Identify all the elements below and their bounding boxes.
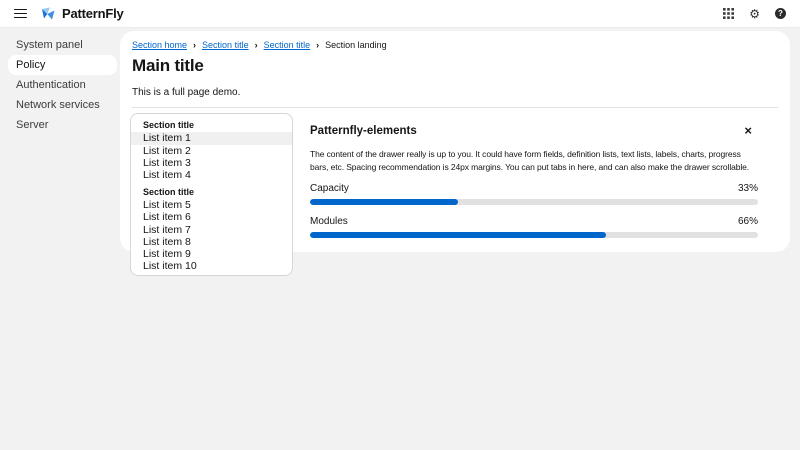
progress-track xyxy=(310,199,758,205)
breadcrumb-separator-icon: › xyxy=(255,41,258,50)
list-group-title: Section title xyxy=(131,114,292,132)
list-item[interactable]: List item 6 xyxy=(131,211,292,223)
help-icon[interactable]: ? xyxy=(775,8,786,19)
progress-modules: Modules 66% xyxy=(310,216,758,238)
progress-label: Capacity xyxy=(310,183,349,194)
progress-label: Modules xyxy=(310,216,348,227)
list-item[interactable]: List item 7 xyxy=(131,224,292,236)
page-content-card: Section home › Section title › Section title… xyxy=(120,31,790,252)
patternfly-logo-icon xyxy=(40,6,56,22)
brand-title: PatternFly xyxy=(62,6,124,21)
list-item[interactable]: List item 2 xyxy=(131,145,292,157)
list-item[interactable]: List item 1 xyxy=(131,132,292,144)
page-body: Section titleList item 1List item 2List … xyxy=(120,108,790,276)
list-item[interactable]: List item 8 xyxy=(131,236,292,248)
progress-value: 33% xyxy=(738,183,758,194)
list-group-title: Section title xyxy=(131,181,292,199)
progress-capacity: Capacity 33% xyxy=(310,183,758,205)
sidebar-item-authentication[interactable]: Authentication xyxy=(0,75,120,95)
sidebar-nav: System panelPolicyAuthenticationNetwork … xyxy=(0,28,120,450)
list-item[interactable]: List item 9 xyxy=(131,248,292,260)
progress-header: Modules 66% xyxy=(310,216,758,227)
breadcrumb: Section home › Section title › Section title… xyxy=(132,40,778,50)
apps-grid-icon[interactable] xyxy=(723,8,734,19)
breadcrumb-link[interactable]: Section home xyxy=(132,40,187,50)
progress-fill xyxy=(310,232,606,238)
list-panel: Section titleList item 1List item 2List … xyxy=(130,113,293,276)
drawer-title: Patternfly-elements xyxy=(310,125,417,137)
sidebar-item-policy[interactable]: Policy xyxy=(8,55,117,75)
gear-icon[interactable]: ⚙ xyxy=(749,8,760,20)
drawer-description: The content of the drawer really is up t… xyxy=(310,148,758,173)
breadcrumb-link[interactable]: Section title xyxy=(264,40,311,50)
list-item[interactable]: List item 4 xyxy=(131,169,292,181)
page-subtitle: This is a full page demo. xyxy=(132,87,778,98)
breadcrumb-current: Section landing xyxy=(325,40,387,50)
breadcrumb-separator-icon: › xyxy=(316,41,319,50)
masthead-actions: ⚙ ? xyxy=(723,8,786,20)
list-item[interactable]: List item 3 xyxy=(131,157,292,169)
sidebar-item-server[interactable]: Server xyxy=(0,115,120,135)
progress-list: Capacity 33% Modules 66% xyxy=(310,183,758,238)
masthead: PatternFly ⚙ ? xyxy=(0,0,800,28)
progress-header: Capacity 33% xyxy=(310,183,758,194)
page-title: Main title xyxy=(132,56,778,76)
brand[interactable]: PatternFly xyxy=(40,6,124,22)
breadcrumb-link[interactable]: Section title xyxy=(202,40,249,50)
list-item[interactable]: List item 10 xyxy=(131,260,292,272)
list-item[interactable]: List item 5 xyxy=(131,199,292,211)
drawer-panel: Patternfly-elements × The content of the… xyxy=(293,113,774,238)
sidebar-item-network-services[interactable]: Network services xyxy=(0,95,120,115)
breadcrumb-separator-icon: › xyxy=(193,41,196,50)
hamburger-icon[interactable] xyxy=(14,9,27,19)
progress-fill xyxy=(310,199,458,205)
sidebar-item-system-panel[interactable]: System panel xyxy=(0,35,120,55)
drawer-header: Patternfly-elements × xyxy=(310,125,758,137)
close-icon[interactable]: × xyxy=(744,125,752,136)
progress-value: 66% xyxy=(738,216,758,227)
progress-track xyxy=(310,232,758,238)
page-header-section: Section home › Section title › Section title… xyxy=(120,31,790,108)
